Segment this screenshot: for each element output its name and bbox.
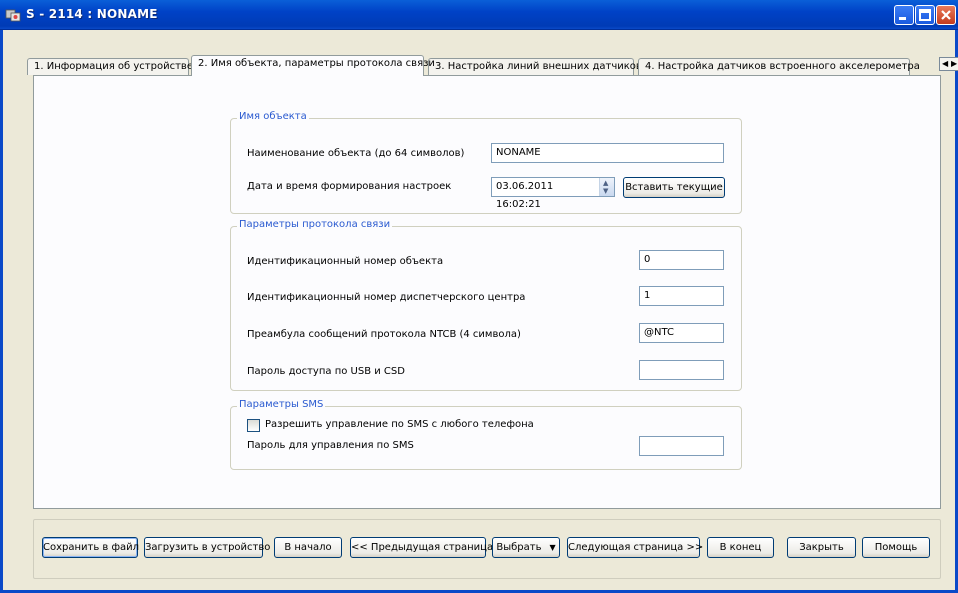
select-label: Выбрать	[496, 542, 542, 553]
sms-password-input[interactable]	[639, 436, 724, 456]
close-button[interactable]: Закрыть	[787, 537, 856, 558]
minimize-icon	[899, 17, 906, 20]
insert-current-button[interactable]: Вставить текущие	[623, 177, 725, 198]
dropdown-arrow-icon: ▼	[549, 543, 556, 552]
window-title: S - 2114 : NONAME	[26, 7, 158, 21]
object-name-label: Наименование объекта (до 64 символов)	[247, 148, 465, 159]
spin-down-icon[interactable]: ▼	[603, 187, 608, 195]
group-sms: Параметры SMS Разрешить управление по SM…	[230, 399, 742, 470]
group-protocol: Параметры протокола связи Идентификацион…	[230, 219, 742, 391]
tab-accelerometer[interactable]: 4. Настройка датчиков встроенного акселе…	[638, 58, 920, 75]
maximize-button[interactable]	[915, 5, 935, 25]
object-name-input[interactable]: NONAME	[491, 143, 724, 163]
preamble-label: Преамбула сообщений протокола NTCB (4 си…	[247, 329, 521, 340]
datetime-picker[interactable]: 03.06.2011 16:02:21 ▲ ▼	[491, 177, 615, 210]
tab-label: 2. Имя объекта, параметры протокола связ…	[198, 58, 435, 69]
tab-object-name-protocol[interactable]: 2. Имя объекта, параметры протокола связ…	[191, 55, 435, 76]
close-window-button[interactable]	[936, 5, 956, 25]
object-id-label: Идентификационный номер объекта	[247, 256, 444, 267]
scroll-left-icon[interactable]: ◀	[942, 58, 948, 70]
scroll-right-icon[interactable]: ▶	[951, 58, 957, 70]
preamble-input[interactable]: @NTC	[639, 323, 724, 343]
tab-external-sensors[interactable]: 3. Настройка линий внешних датчиков	[428, 58, 642, 75]
password-label: Пароль доступа по USB и CSD	[247, 366, 405, 377]
datetime-label: Дата и время формирования настроек	[247, 181, 452, 192]
tab-label: 4. Настройка датчиков встроенного акселе…	[645, 61, 920, 72]
tab-label: 1. Информация об устройстве	[34, 61, 193, 72]
to-end-button[interactable]: В конец	[707, 537, 774, 558]
group-title: Параметры протокола связи	[237, 219, 393, 230]
password-input[interactable]	[639, 360, 724, 380]
dispatch-id-label: Идентификационный номер диспетчерского ц…	[247, 292, 526, 303]
maximize-icon	[919, 9, 931, 21]
prev-page-button[interactable]: << Предыдущая страница	[350, 537, 493, 558]
tab-panel: Имя объекта Наименование объекта (до 64 …	[33, 75, 941, 509]
allow-any-phone-checkbox[interactable]	[247, 419, 260, 432]
object-id-input[interactable]: 0	[639, 250, 724, 270]
group-title: Имя объекта	[237, 111, 309, 122]
load-to-device-button[interactable]: Загрузить в устройство	[144, 537, 270, 558]
close-icon	[941, 10, 951, 20]
next-page-button[interactable]: Следующая страница >>	[567, 537, 703, 558]
minimize-button[interactable]	[894, 5, 914, 25]
select-dropdown-button[interactable]: Выбрать ▼	[492, 537, 560, 558]
bottom-button-bar: Сохранить в файл Загрузить в устройство …	[33, 519, 941, 579]
tab-device-info[interactable]: 1. Информация об устройстве	[27, 58, 193, 75]
app-icon	[5, 9, 21, 22]
group-object-name: Имя объекта Наименование объекта (до 64 …	[230, 111, 742, 214]
tab-label: 3. Настройка линий внешних датчиков	[435, 61, 642, 72]
title-bar[interactable]: S - 2114 : NONAME	[0, 0, 958, 30]
save-to-file-button[interactable]: Сохранить в файл	[42, 537, 139, 558]
datetime-spinner[interactable]: ▲ ▼	[599, 178, 614, 196]
dispatch-id-input[interactable]: 1	[639, 286, 724, 306]
allow-any-phone-label: Разрешить управление по SMS с любого тел…	[265, 419, 534, 430]
sms-password-label: Пароль для управления по SMS	[247, 440, 414, 451]
datetime-value: 03.06.2011 16:02:21	[496, 181, 554, 210]
group-title: Параметры SMS	[237, 399, 326, 410]
spin-up-icon[interactable]: ▲	[603, 179, 608, 187]
tab-scroll-buttons[interactable]: ◀ ▶	[939, 57, 958, 71]
help-button[interactable]: Помощь	[862, 537, 930, 558]
to-start-button[interactable]: В начало	[274, 537, 342, 558]
tab-strip: 1. Информация об устройстве 2. Имя объек…	[27, 55, 958, 76]
